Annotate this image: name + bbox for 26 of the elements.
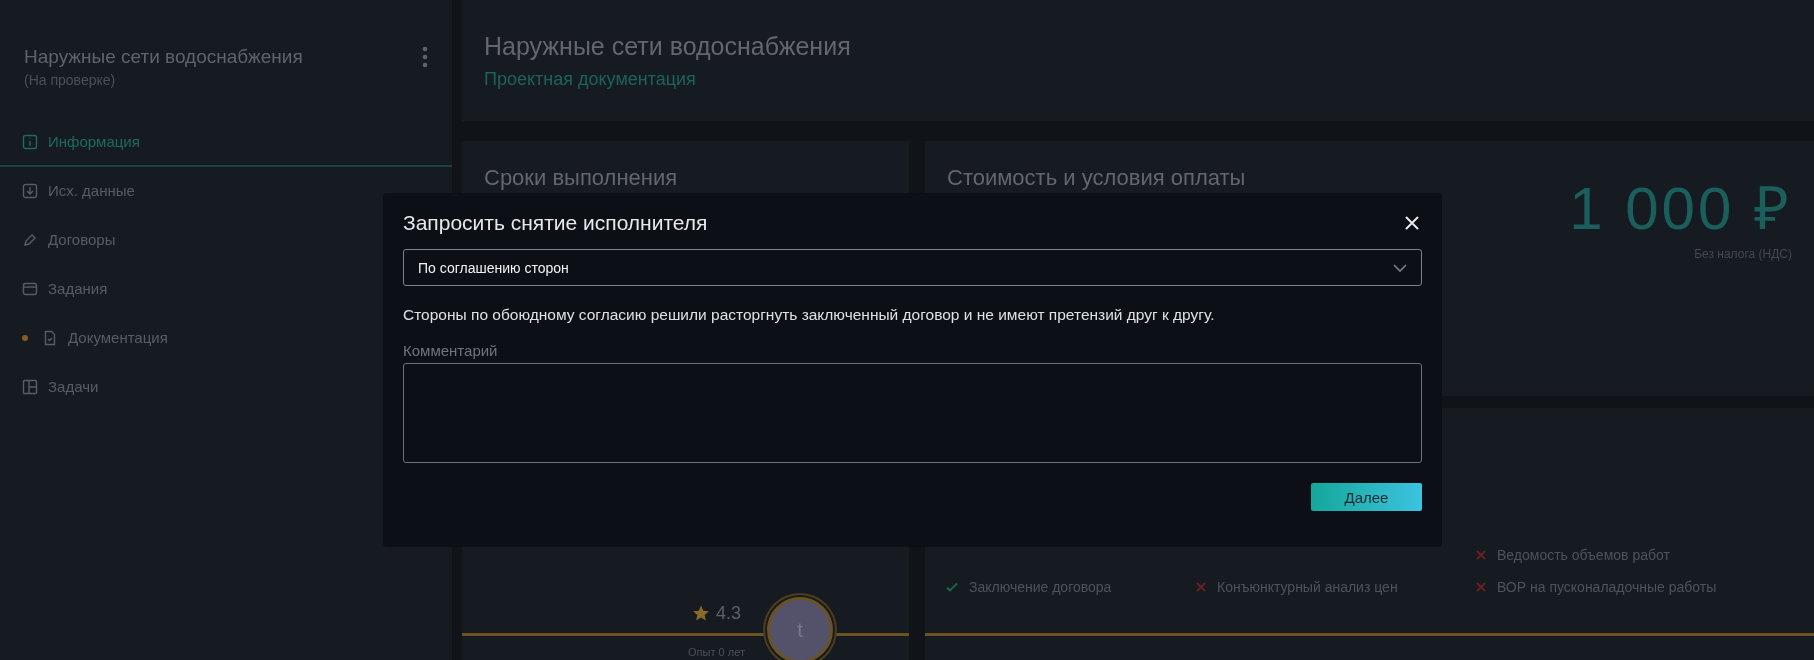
- chevron-down-icon: [1393, 263, 1407, 272]
- more-icon[interactable]: [422, 46, 428, 68]
- stage-label: ВОР на пусконаладочные работы: [1497, 579, 1717, 595]
- stage-label: Заключение договора: [969, 579, 1112, 595]
- info-icon: [22, 133, 38, 150]
- comment-label: Комментарий: [403, 342, 499, 359]
- comment-field[interactable]: [403, 363, 1422, 463]
- card-title: Стоимость и условия оплаты: [947, 165, 1246, 191]
- stage-label: Конъюнктурный анализ цен: [1217, 579, 1398, 595]
- project-title: Наружные сети водоснабжения: [24, 46, 303, 68]
- price: 1 000 ₽: [1569, 174, 1792, 244]
- rating-value: 4.3: [716, 602, 741, 624]
- download-icon: [22, 182, 38, 199]
- page-title: Наружные сети водоснабжения: [484, 32, 852, 61]
- page-subtitle: Проектная документация: [484, 69, 697, 90]
- star-icon: [692, 604, 710, 622]
- card-title: Сроки выполнения: [483, 165, 679, 191]
- stage-label: Ведомость объемов работ: [1497, 547, 1670, 563]
- next-button[interactable]: Далее: [1311, 483, 1422, 511]
- window-icon: [22, 280, 38, 297]
- nav-item[interactable]: Задачи: [0, 363, 452, 412]
- nav-item[interactable]: Информация: [0, 118, 452, 167]
- reason-description: Стороны по обоюдному согласию решили расторгнуть заключенный договор и не имеют претензий друг к другу.: [403, 306, 1216, 324]
- board-icon: [22, 378, 38, 395]
- reason-select[interactable]: По соглашению сторон: [403, 249, 1422, 286]
- file-icon: [42, 329, 58, 346]
